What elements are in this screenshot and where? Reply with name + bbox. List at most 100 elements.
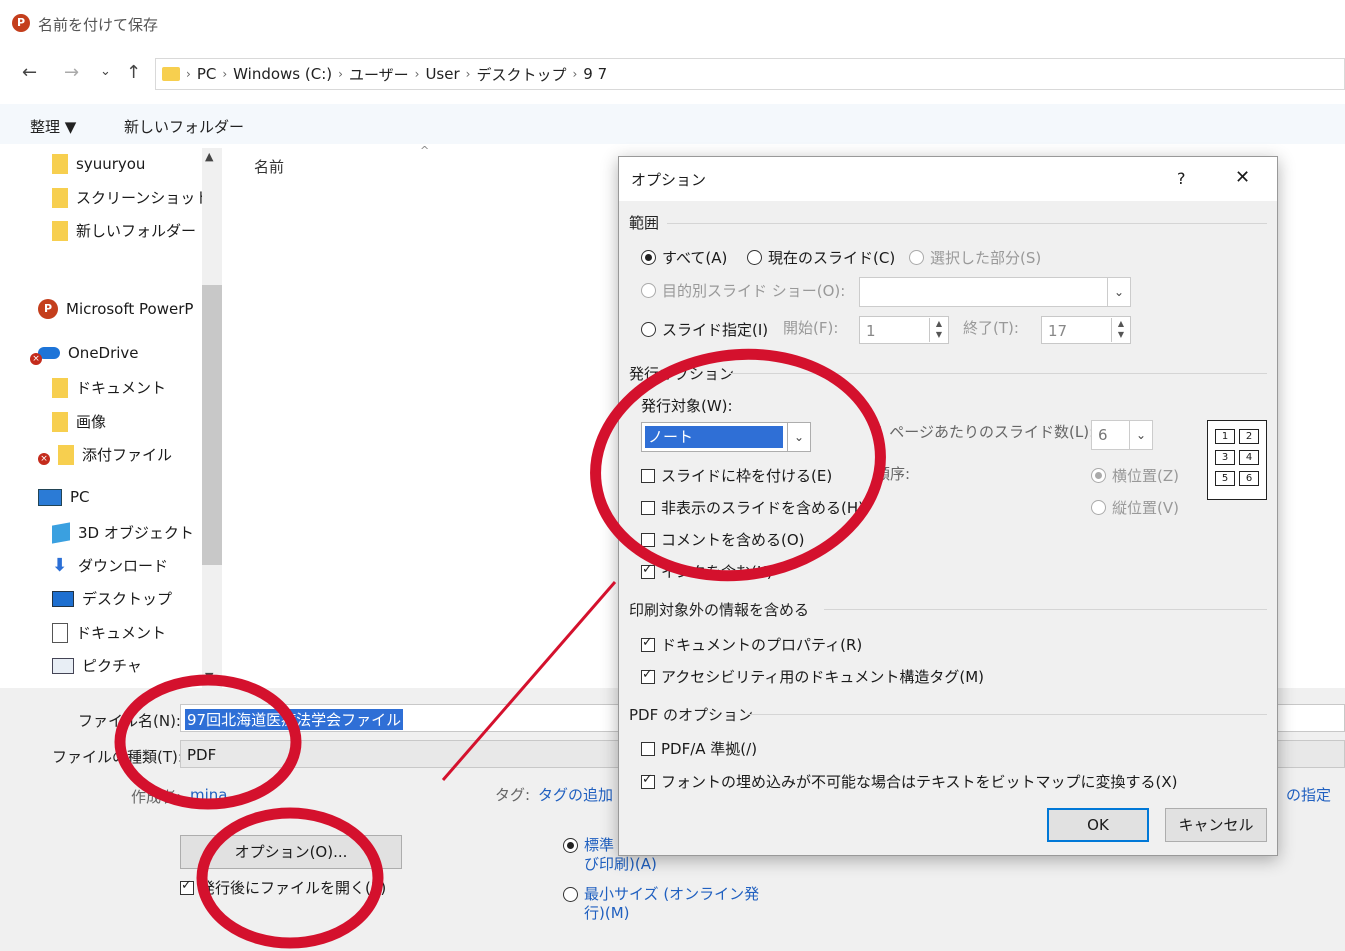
open-after-publish-checkbox[interactable]: 発行後にファイルを開く(E) — [180, 877, 386, 898]
cancel-button[interactable]: キャンセル — [1165, 808, 1267, 842]
download-icon: ⬇ — [52, 555, 68, 576]
sidebar-item-documents[interactable]: ドキュメント — [52, 622, 166, 643]
sidebar-item-syuuryou[interactable]: syuuryou — [52, 154, 145, 174]
radio[interactable] — [1091, 500, 1106, 515]
breadcrumb-desktop[interactable]: デスクトップ — [476, 64, 566, 85]
close-icon[interactable]: ✕ — [1235, 167, 1250, 188]
filetype-value: PDF — [187, 746, 217, 764]
optimize-min-radio[interactable]: 最小サイズ (オンライン発 行)(M) — [563, 885, 759, 923]
folder-icon — [52, 220, 68, 241]
checkbox[interactable] — [641, 532, 655, 547]
checkbox[interactable] — [641, 772, 655, 789]
sidebar-item-pc[interactable]: PC — [38, 488, 90, 506]
up-arrow-icon[interactable]: ↑ — [126, 62, 141, 83]
author-value[interactable]: mina — [190, 786, 227, 804]
options-dialog: オプション ? ✕ 範囲 すべて(A) 現在のスライド(C) 選択した部分(S)… — [618, 156, 1278, 856]
sidebar-item-attachments[interactable]: × 添付ファイル — [38, 444, 172, 465]
pc-icon — [38, 488, 62, 506]
radio[interactable] — [641, 283, 656, 298]
breadcrumb-folder[interactable]: 9 7 — [583, 65, 607, 83]
checkbox[interactable] — [641, 741, 655, 756]
publish-section-title: 発行オプション — [629, 365, 735, 383]
sidebar-item-3d-objects[interactable]: 3D オブジェクト — [52, 521, 194, 544]
publish-what-select[interactable]: ノート ⌄ — [641, 422, 811, 452]
scroll-down-icon[interactable]: ▼ — [205, 670, 213, 683]
scroll-up-icon[interactable]: ▲ — [205, 150, 213, 163]
order-horizontal-radio[interactable]: 横位置(Z) — [1091, 465, 1179, 486]
checkbox[interactable] — [641, 468, 655, 483]
sidebar-item-documents-od[interactable]: ドキュメント — [52, 377, 166, 398]
order-vertical-radio[interactable]: 縦位置(V) — [1091, 497, 1179, 518]
sidebar-item-onedrive[interactable]: × OneDrive — [30, 344, 139, 365]
sidebar-item-new-folder[interactable]: 新しいフォルダー — [52, 220, 196, 241]
title-link[interactable]: の指定 — [1286, 784, 1331, 805]
spin-buttons[interactable]: ▲ ▼ — [929, 318, 948, 342]
include-hidden-checkbox[interactable]: 非表示のスライドを含める(H) — [641, 497, 864, 518]
to-input[interactable]: 17 ▲ ▼ — [1041, 316, 1131, 344]
sidebar-item-powerpoint[interactable]: P Microsoft PowerP — [38, 299, 193, 319]
range-section-title: 範囲 — [629, 214, 660, 232]
breadcrumb-users[interactable]: ユーザー — [349, 64, 409, 85]
doc-properties-checkbox[interactable]: ドキュメントのプロパティ(R) — [641, 634, 862, 655]
spin-buttons[interactable]: ▲ ▼ — [1111, 318, 1130, 342]
chevron-down-icon[interactable]: ⌄ — [1107, 278, 1130, 306]
breadcrumb-user[interactable]: User — [425, 65, 459, 83]
sidebar-item-screenshots[interactable]: スクリーンショット — [52, 187, 210, 208]
range-selection-radio[interactable]: 選択した部分(S) — [909, 247, 1041, 268]
bitmap-text-checkbox[interactable]: フォントの埋め込みが不可能な場合はテキストをビットマップに変換する(X) — [641, 771, 1178, 792]
organize-button[interactable]: 整理 ▼ — [30, 116, 76, 137]
help-icon[interactable]: ? — [1177, 169, 1186, 188]
chevron-down-icon[interactable]: ⌄ — [1129, 421, 1152, 449]
radio[interactable] — [909, 250, 924, 265]
radio[interactable] — [641, 250, 656, 265]
optimize-standard-label-2: び印刷)(A) — [584, 855, 657, 873]
radio[interactable] — [563, 887, 578, 902]
frame-slides-checkbox[interactable]: スライドに枠を付ける(E) — [641, 465, 832, 486]
checkbox[interactable] — [641, 635, 655, 652]
checkbox[interactable] — [641, 500, 655, 515]
custom-show-select[interactable]: ⌄ — [859, 277, 1131, 307]
checkbox[interactable] — [641, 562, 655, 579]
sidebar-item-images[interactable]: 画像 — [52, 411, 106, 432]
chevron-right-icon: › — [414, 67, 420, 81]
custom-show-radio[interactable]: 目的別スライド ショー(O): — [641, 280, 845, 301]
sidebar-item-downloads[interactable]: ⬇ ダウンロード — [52, 555, 168, 576]
address-bar[interactable]: › PC › Windows (C:) › ユーザー › User › デスクト… — [155, 58, 1345, 90]
bitmap-text-label: フォントの埋め込みが不可能な場合はテキストをビットマップに変換する(X) — [661, 773, 1178, 791]
struct-tags-checkbox[interactable]: アクセシビリティ用のドキュメント構造タグ(M) — [641, 666, 984, 687]
range-current-radio[interactable]: 現在のスライド(C) — [747, 247, 895, 268]
options-button[interactable]: オプション(O)... — [180, 835, 402, 869]
checkbox[interactable] — [180, 878, 194, 895]
new-folder-button[interactable]: 新しいフォルダー — [124, 116, 244, 137]
forward-arrow-icon[interactable]: → — [64, 62, 79, 83]
breadcrumb-drive[interactable]: Windows (C:) — [233, 65, 332, 83]
slides-per-page-select[interactable]: 6 ⌄ — [1091, 420, 1153, 450]
range-all-radio[interactable]: すべて(A) — [641, 247, 727, 268]
horizontal-label: 横位置(Z) — [1112, 467, 1179, 485]
column-header-name[interactable]: 名前 — [254, 156, 284, 177]
tags-value[interactable]: タグの追加 — [538, 784, 613, 805]
recent-locations-icon[interactable]: ⌄ — [100, 64, 111, 79]
sidebar-item-pictures[interactable]: ピクチャ — [52, 655, 142, 676]
breadcrumb-pc[interactable]: PC — [197, 65, 217, 83]
chevron-down-icon[interactable]: ⌄ — [787, 423, 810, 451]
folder-icon — [58, 444, 74, 465]
from-input[interactable]: 1 ▲ ▼ — [859, 316, 949, 344]
back-arrow-icon[interactable]: ← — [22, 62, 37, 83]
slides-range-radio[interactable]: スライド指定(I) — [641, 319, 768, 340]
radio[interactable] — [563, 838, 578, 853]
open-after-label: 発行後にファイルを開く(E) — [200, 879, 387, 897]
sidebar-scroll-thumb[interactable] — [202, 285, 222, 565]
sidebar-item-label: 画像 — [76, 413, 107, 431]
optimize-min-label-2: 行)(M) — [584, 904, 630, 922]
include-ink-label: インクを含む(K) — [661, 563, 773, 581]
radio[interactable] — [1091, 468, 1106, 483]
checkbox[interactable] — [641, 667, 655, 684]
radio[interactable] — [747, 250, 762, 265]
include-ink-checkbox[interactable]: インクを含む(K) — [641, 561, 773, 582]
include-comments-checkbox[interactable]: コメントを含める(O) — [641, 529, 805, 550]
sidebar-item-desktop[interactable]: デスクトップ — [52, 588, 172, 609]
ok-button[interactable]: OK — [1047, 808, 1149, 842]
pdfa-checkbox[interactable]: PDF/A 準拠(/) — [641, 738, 757, 759]
radio[interactable] — [641, 322, 656, 337]
